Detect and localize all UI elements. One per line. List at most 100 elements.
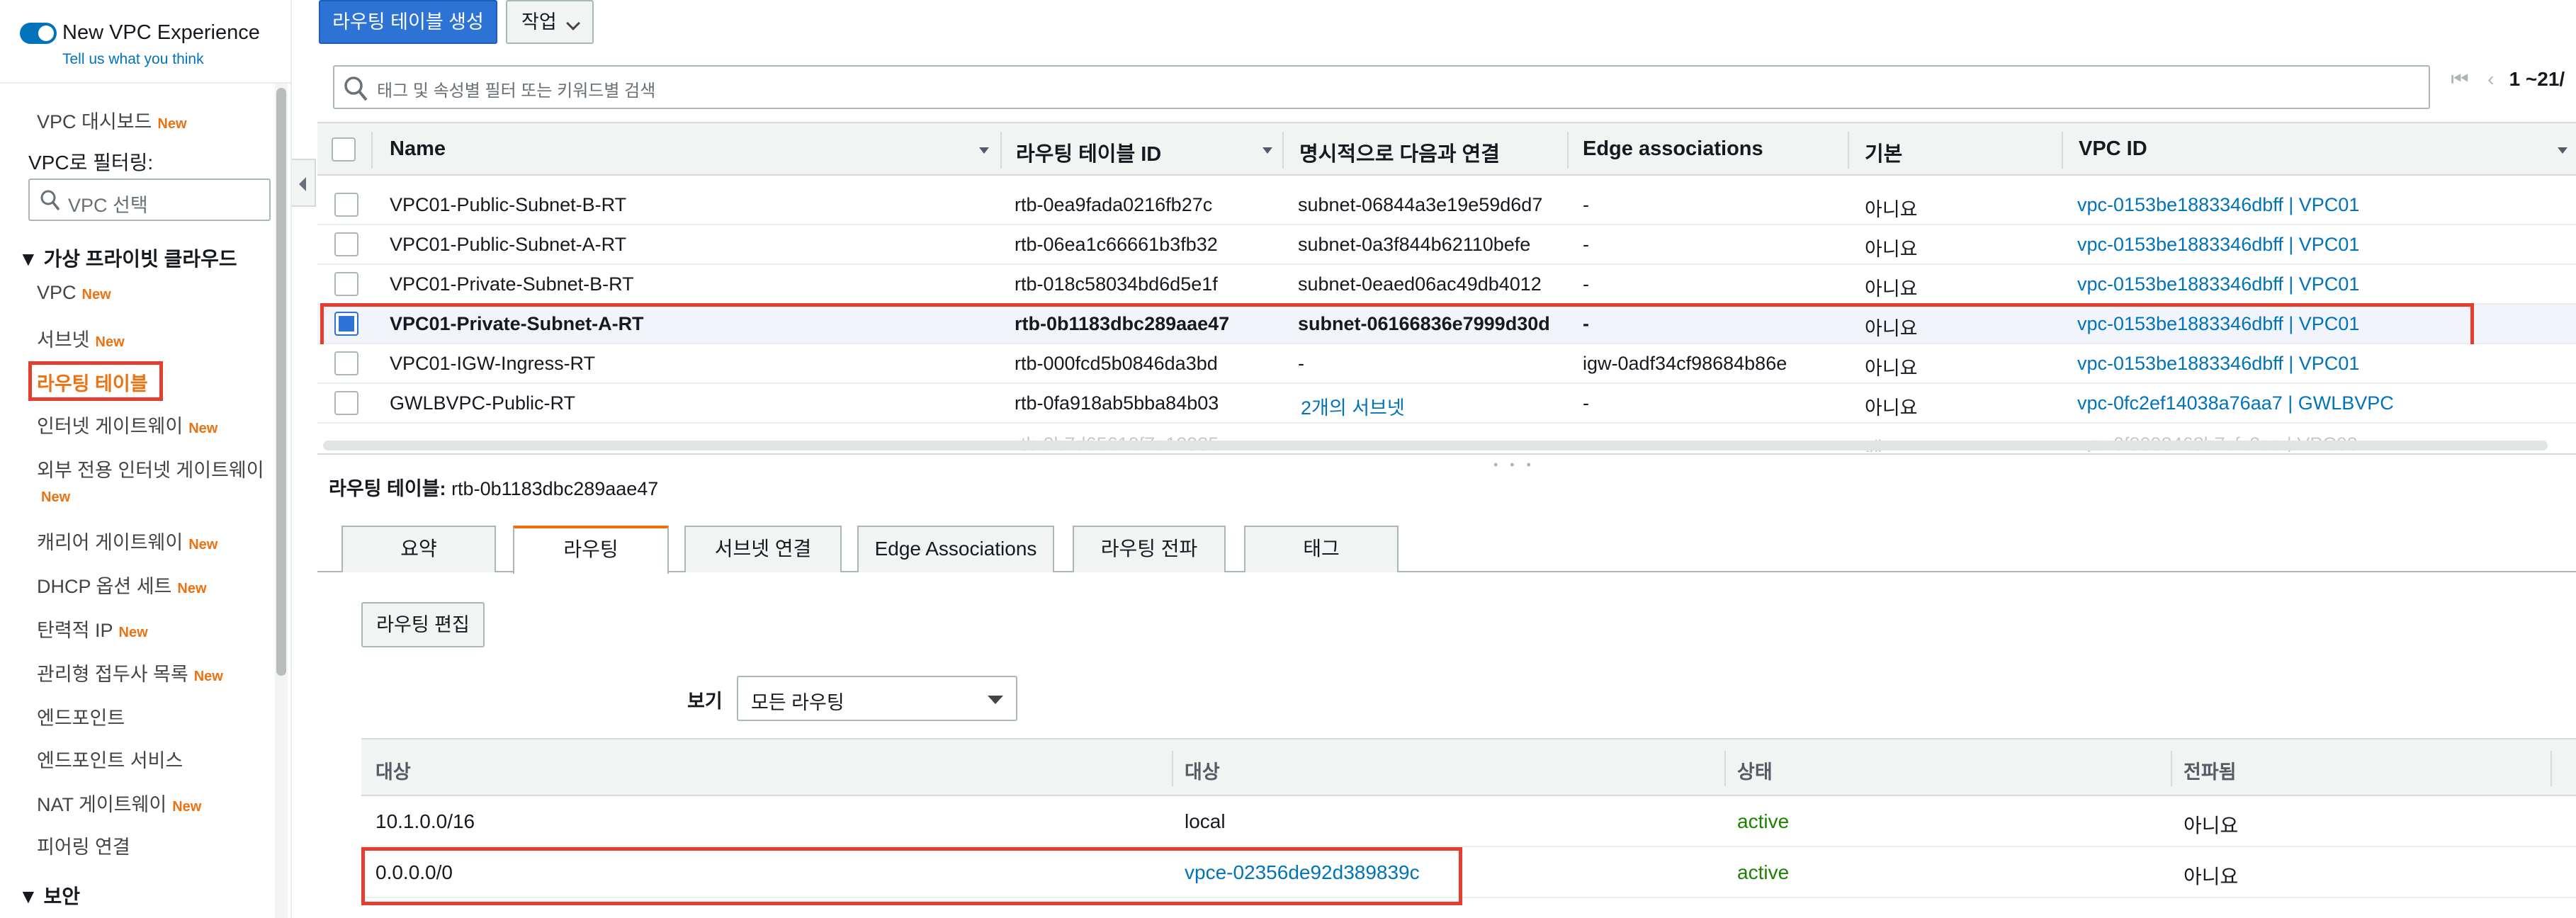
table-row[interactable]: VPC01-Public-Subnet-B-RT rtb-0ea9fada021… [317, 186, 2576, 225]
table-row[interactable]: VPC01-Private-Subnet-B-RT rtb-018c58034b… [317, 265, 2576, 305]
create-route-table-button[interactable]: 라우팅 테이블 생성 [319, 0, 497, 44]
row-checkbox[interactable] [334, 391, 358, 415]
new-badge: New [95, 334, 125, 350]
sidebar-item-subnets[interactable]: 서브넷 New [37, 324, 125, 352]
new-badge: New [193, 669, 223, 684]
highlight-box-route [361, 847, 1462, 905]
cell-name: VPC01-Private-Subnet-B-RT [390, 273, 634, 295]
cell-vpc-link[interactable]: vpc-0153be1883346dbff | VPC01 [2077, 353, 2359, 375]
cell-vpc-link[interactable]: vpc-0153be1883346dbff | VPC01 [2077, 194, 2359, 216]
sidebar-item-vpc[interactable]: VPC New [37, 282, 111, 304]
new-badge: New [157, 116, 187, 132]
sort-caret-icon[interactable] [2558, 147, 2567, 154]
sidebar-item-label: DHCP 옵션 세트 [37, 576, 172, 597]
cell-main: 아니요 [1865, 278, 1918, 300]
cell-main: 아니요 [1865, 239, 1918, 260]
view-filter-select[interactable]: 모든 라우팅 [737, 676, 1017, 721]
sidebar-item-label: NAT 게이트웨이 [37, 794, 167, 815]
cell-name: VPC01-Public-Subnet-B-RT [390, 194, 627, 215]
sidebar-item-label: 인터넷 게이트웨이 [37, 416, 183, 437]
sidebar-item-endpoints[interactable]: 엔드포인트 [37, 703, 125, 730]
new-vpc-toggle[interactable] [20, 23, 57, 44]
feedback-link[interactable]: Tell us what you think [62, 51, 204, 68]
route-propagated: 아니요 [2184, 815, 2239, 837]
tab-route-propagation[interactable]: 라우팅 전파 [1073, 526, 1226, 572]
route-table-grid-header: Name 라우팅 테이블 ID 명시적으로 다음과 연결 Edge associ… [317, 122, 2576, 176]
detail-title-label: 라우팅 테이블: [329, 478, 446, 499]
column-divider [2171, 751, 2172, 786]
tab-routes[interactable]: 라우팅 [513, 526, 669, 574]
column-divider [1282, 132, 1284, 169]
sidebar-item-egress-only-igw[interactable]: 외부 전용 인터넷 게이트웨이 [37, 455, 264, 482]
column-header-route-table-id[interactable]: 라우팅 테이블 ID [1016, 137, 1161, 167]
table-row[interactable]: GWLBVPC-Public-RT rtb-0fa918ab5bba84b03 … [317, 384, 2576, 424]
sidebar-item-elastic-ip[interactable]: 탄력적 IP New [37, 615, 148, 642]
column-header-vpc-id[interactable]: VPC ID [2079, 137, 2147, 161]
cell-association: subnet-0a3f844b62110befe [1298, 234, 1531, 255]
section-security[interactable]: ▼ 보안 [18, 881, 80, 910]
column-header-main[interactable]: 기본 [1865, 137, 1902, 167]
sidebar-item-label: 서브넷 [37, 329, 90, 351]
sidebar-item-endpoint-services[interactable]: 엔드포인트 서비스 [37, 745, 183, 773]
sidebar-item-label: 엔드포인트 서비스 [37, 750, 183, 771]
tab-edge-associations[interactable]: Edge Associations [857, 526, 1054, 572]
edit-routes-button[interactable]: 라우팅 편집 [361, 602, 485, 647]
row-checkbox[interactable] [334, 272, 358, 296]
column-divider [2550, 751, 2552, 786]
previous-page-icon[interactable]: ‹ [2478, 68, 2504, 91]
sidebar-item-label: 관리형 접두사 목록 [37, 664, 188, 685]
column-header-name[interactable]: Name [390, 137, 446, 161]
sidebar-item-nat-gateways[interactable]: NAT 게이트웨이 New [37, 789, 201, 817]
row-checkbox[interactable] [334, 232, 358, 256]
first-page-icon[interactable]: ⏮ [2447, 68, 2473, 91]
cell-name: GWLBVPC-Public-RT [390, 392, 576, 414]
new-badge: New [188, 537, 218, 552]
cell-name: VPC01-IGW-Ingress-RT [390, 353, 596, 374]
cell-vpc-link[interactable]: vpc-0153be1883346dbff | VPC01 [2077, 273, 2359, 295]
column-header-status[interactable]: 상태 [1737, 756, 1773, 784]
resize-handle-icon[interactable]: • • • [1493, 458, 1535, 472]
sort-caret-icon[interactable] [1262, 147, 1272, 154]
sidebar-item-dhcp-options[interactable]: DHCP 옵션 세트 New [37, 571, 207, 599]
row-checkbox[interactable] [334, 193, 358, 217]
column-header-destination[interactable]: 대상 [375, 756, 411, 784]
cell-vpc-link[interactable]: vpc-0fc2ef14038a76aa7 | GWLBVPC [2077, 392, 2394, 414]
sidebar-item-prefix-lists[interactable]: 관리형 접두사 목록 New [37, 659, 223, 686]
search-input[interactable]: 태그 및 속성별 필터 또는 키워드별 검색 [333, 65, 2430, 109]
cell-edge: igw-0adf34cf98684b86e [1583, 353, 1787, 374]
sidebar-item-label: 탄력적 IP [37, 620, 113, 641]
sidebar-item-internet-gateways[interactable]: 인터넷 게이트웨이 New [37, 411, 218, 438]
sidebar-scroll-thumb[interactable] [276, 88, 286, 676]
select-all-checkbox[interactable] [332, 137, 356, 162]
column-header-propagated[interactable]: 전파됨 [2184, 756, 2237, 784]
pane-divider[interactable] [317, 453, 2576, 455]
column-header-explicit-association[interactable]: 명시적으로 다음과 연결 [1299, 137, 1500, 167]
vpc-filter-input[interactable]: VPC 선택 [28, 178, 271, 221]
sort-caret-icon[interactable] [979, 147, 989, 154]
cell-vpc-link[interactable]: vpc-0153be1883346dbff | VPC01 [2077, 234, 2359, 256]
page-range: 1 ~21/ [2509, 68, 2565, 90]
tab-tags[interactable]: 태그 [1244, 526, 1399, 572]
new-badge-text: New [41, 489, 71, 505]
section-virtual-private-cloud[interactable]: ▼ 가상 프라이빗 클라우드 [18, 244, 237, 272]
sidebar-item-dashboard[interactable]: VPC 대시보드 New [37, 106, 187, 134]
sidebar-item-peering[interactable]: 피어링 연결 [37, 832, 130, 859]
cell-route-table-id: rtb-018c58034bd6d5e1f [1015, 273, 1218, 295]
cell-association-link[interactable]: 2개의 서브넷 [1301, 392, 1405, 420]
table-row[interactable]: VPC01-IGW-Ingress-RT rtb-000fcd5b0846da3… [317, 344, 2576, 384]
column-divider [2062, 132, 2063, 169]
tab-subnet-associations[interactable]: 서브넷 연결 [684, 526, 842, 572]
sidebar-item-carrier-gateways[interactable]: 캐리어 게이트웨이 New [37, 527, 218, 555]
row-checkbox[interactable] [334, 351, 358, 375]
cell-route-table-id: rtb-06ea1c66661b3fb32 [1015, 234, 1218, 255]
column-header-edge-associations[interactable]: Edge associations [1583, 137, 1763, 161]
table-row[interactable]: VPC01-Public-Subnet-A-RT rtb-06ea1c66661… [317, 225, 2576, 265]
actions-button[interactable]: 작업 [506, 0, 594, 44]
search-placeholder: 태그 및 속성별 필터 또는 키워드별 검색 [377, 81, 656, 101]
collapse-sidebar-button[interactable] [292, 159, 316, 207]
sidebar-item-label: 피어링 연결 [37, 837, 130, 858]
tab-summary[interactable]: 요약 [341, 526, 496, 572]
column-header-target[interactable]: 대상 [1185, 756, 1220, 784]
route-destination: 10.1.0.0/16 [375, 810, 475, 832]
grid-horizontal-scrollbar[interactable] [323, 441, 2548, 450]
